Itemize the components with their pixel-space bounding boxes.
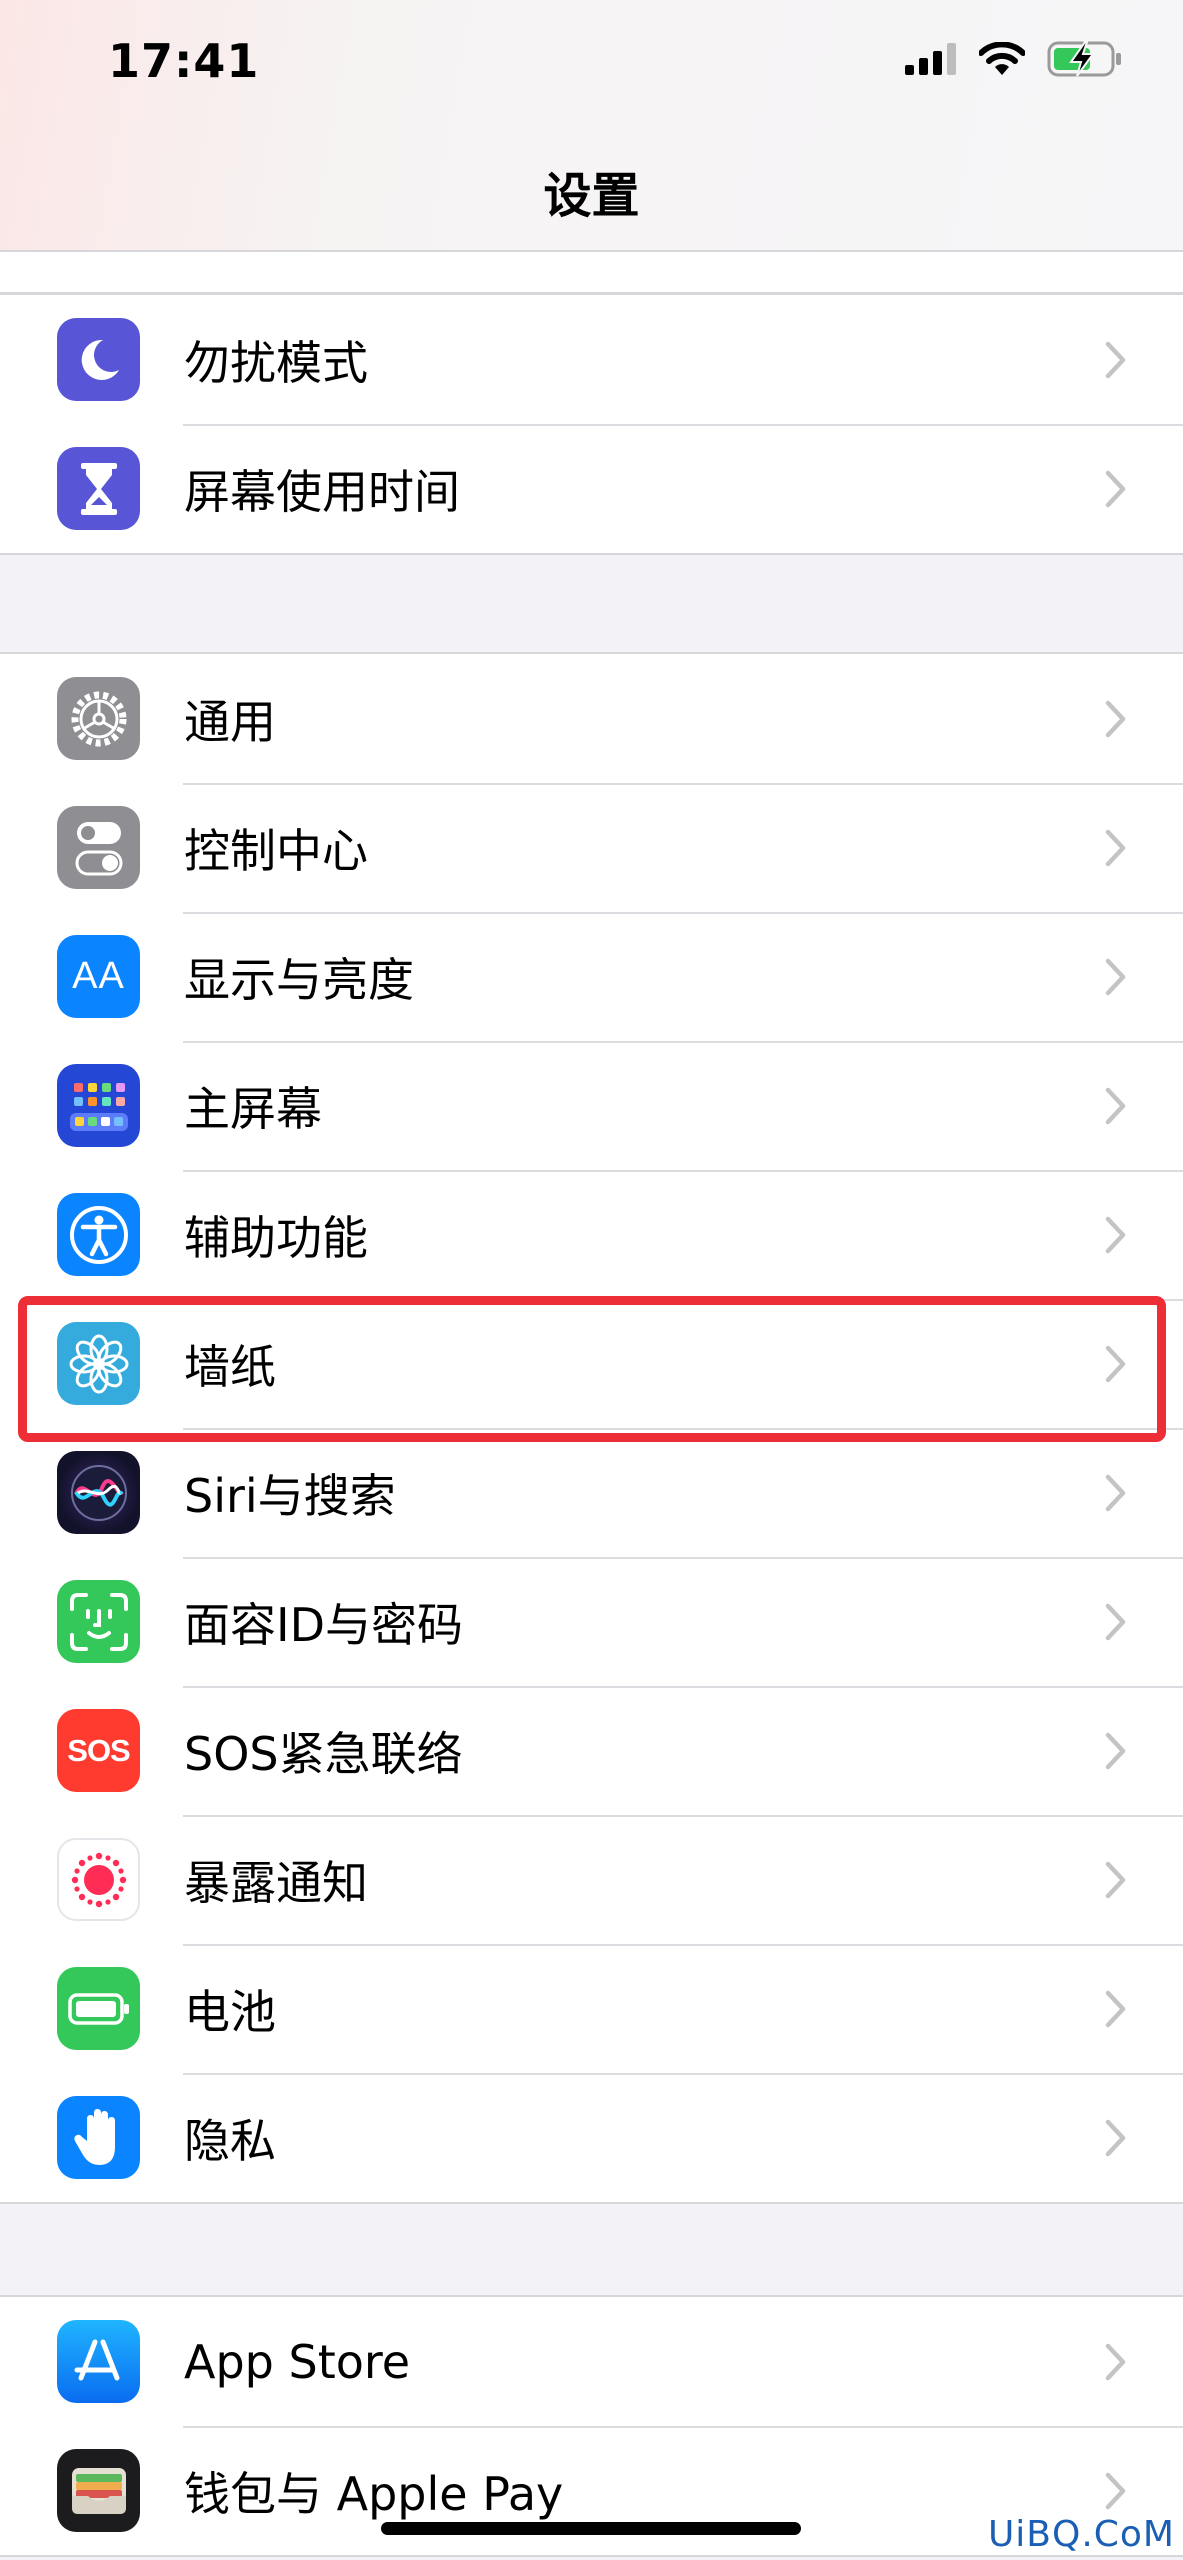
settings-row-accessibility[interactable]: 辅助功能 <box>0 1170 1183 1299</box>
chevron-right-icon <box>1105 470 1126 507</box>
settings-row-face-id[interactable]: 面容ID与密码 <box>0 1557 1183 1686</box>
exposure-icon <box>57 1838 140 1921</box>
hourglass-icon <box>57 447 140 530</box>
watermark: UiBQ.CoM <box>987 2514 1175 2555</box>
siri-icon <box>57 1451 140 1534</box>
settings-row-label: 屏幕使用时间 <box>184 464 460 519</box>
hand-icon <box>57 2096 140 2179</box>
flower-icon <box>57 1322 140 1405</box>
settings-row-label: 主屏幕 <box>184 1081 322 1136</box>
battery-charging-icon <box>1047 40 1123 82</box>
chevron-right-icon <box>1105 958 1126 995</box>
status-icons <box>905 40 1123 82</box>
settings-row-label: 墙纸 <box>184 1339 276 1394</box>
toggles-icon <box>57 806 140 889</box>
face-id-icon <box>57 1580 140 1663</box>
chevron-right-icon <box>1105 1990 1126 2027</box>
settings-row-label: Siri与搜索 <box>184 1468 396 1523</box>
settings-row-home-screen[interactable]: 主屏幕 <box>0 1041 1183 1170</box>
accessibility-icon <box>57 1193 140 1276</box>
gear-icon <box>57 677 140 760</box>
settings-row-label: 勿扰模式 <box>184 335 368 390</box>
sos-glyph: SOS <box>67 1732 130 1768</box>
page-title: 设置 <box>543 168 640 224</box>
settings-row-do-not-disturb[interactable]: 勿扰模式 <box>0 295 1183 424</box>
settings-row-siri[interactable]: Siri与搜索 <box>0 1428 1183 1557</box>
wifi-icon <box>978 41 1026 80</box>
settings-row-label: 电池 <box>184 1984 276 2039</box>
chevron-right-icon <box>1105 341 1126 378</box>
home-grid-icon <box>57 1064 140 1147</box>
settings-row-label: 辅助功能 <box>184 1210 368 1265</box>
settings-row-label: 钱包与 Apple Pay <box>184 2466 564 2521</box>
battery-icon <box>57 1967 140 2050</box>
settings-row-label: 控制中心 <box>184 823 368 878</box>
settings-row-label: 通用 <box>184 694 276 749</box>
settings-row-label: SOS紧急联络 <box>184 1726 463 1781</box>
settings-row-label: 面容ID与密码 <box>184 1597 463 1652</box>
settings-row-display[interactable]: AA 显示与亮度 <box>0 912 1183 1041</box>
settings-screen: 17:41 设置 勿扰模式 屏幕使用时间 通用 控制中心 AA 显示与亮度 主屏… <box>0 0 1183 2560</box>
home-indicator[interactable] <box>381 2522 801 2535</box>
chevron-right-icon <box>1105 829 1126 866</box>
chevron-right-icon <box>1105 2343 1126 2380</box>
settings-row-label: 暴露通知 <box>184 1855 368 1910</box>
chevron-right-icon <box>1105 1087 1126 1124</box>
chevron-right-icon <box>1105 2472 1126 2509</box>
chevron-right-icon <box>1105 1732 1126 1769</box>
text-size-icon: AA <box>57 935 140 1018</box>
cellular-signal-icon <box>905 43 957 79</box>
moon-icon <box>57 318 140 401</box>
settings-group-focus: 勿扰模式 屏幕使用时间 <box>0 293 1183 555</box>
header: 17:41 设置 <box>0 0 1183 252</box>
settings-row-app-store[interactable]: App Store <box>0 2297 1183 2426</box>
settings-row-label: 隐私 <box>184 2113 276 2168</box>
settings-row-exposure-notifications[interactable]: 暴露通知 <box>0 1815 1183 1944</box>
chevron-right-icon <box>1105 1603 1126 1640</box>
chevron-right-icon <box>1105 2119 1126 2156</box>
sos-icon: SOS <box>57 1709 140 1792</box>
chevron-right-icon <box>1105 700 1126 737</box>
settings-row-general[interactable]: 通用 <box>0 654 1183 783</box>
settings-row-screen-time[interactable]: 屏幕使用时间 <box>0 424 1183 553</box>
settings-row-wallpaper[interactable]: 墙纸 <box>0 1299 1183 1428</box>
chevron-right-icon <box>1105 1345 1126 1382</box>
app-store-icon <box>57 2320 140 2403</box>
settings-row-label: 显示与亮度 <box>184 952 414 1007</box>
settings-group-general: 通用 控制中心 AA 显示与亮度 主屏幕 辅助功能 墙纸 Siri与搜索 面容I… <box>0 652 1183 2204</box>
settings-row-emergency-sos[interactable]: SOS SOS紧急联络 <box>0 1686 1183 1815</box>
chevron-right-icon <box>1105 1861 1126 1898</box>
text-size-glyph: AA <box>72 955 125 997</box>
wallet-icon <box>57 2449 140 2532</box>
chevron-right-icon <box>1105 1216 1126 1253</box>
settings-row-privacy[interactable]: 隐私 <box>0 2073 1183 2202</box>
settings-row-label: App Store <box>184 2334 411 2389</box>
settings-row-control-center[interactable]: 控制中心 <box>0 783 1183 912</box>
settings-row-battery[interactable]: 电池 <box>0 1944 1183 2073</box>
status-time: 17:41 <box>108 34 260 88</box>
chevron-right-icon <box>1105 1474 1126 1511</box>
